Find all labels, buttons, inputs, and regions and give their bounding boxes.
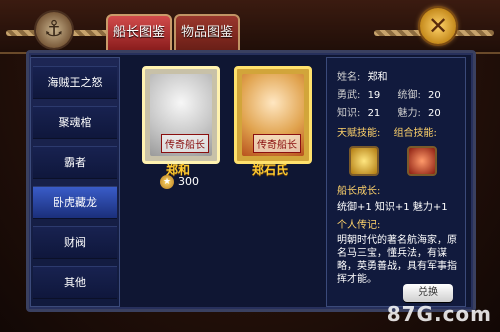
combo-skill-icon[interactable] (407, 146, 437, 176)
exchange-button[interactable]: 兑换 (403, 284, 453, 302)
talent-skill-icon[interactable] (349, 146, 379, 176)
captain-card[interactable]: 传奇船长 (234, 66, 312, 164)
sidebar-item-pirate-king-rage[interactable]: 海贼王之怒 (33, 66, 117, 99)
anchor-icon: ⚓ (36, 12, 72, 48)
watermark: 87G.com (386, 302, 492, 326)
name-label: 姓名: (337, 72, 361, 83)
legend-stamp: 传奇船长 (161, 134, 209, 153)
talent-label: 天赋技能: (337, 128, 381, 139)
sidebar: 海贼王之怒 聚魂棺 霸者 卧虎藏龙 财阀 其他 (30, 57, 120, 307)
sidebar-item-others[interactable]: 其他 (33, 266, 117, 299)
top-bar: ⚓ 船长图鉴 物品图鉴 ✕ (0, 0, 500, 54)
stats-row-2: 知识: 21 魅力: 20 (337, 104, 441, 119)
captain-card[interactable]: 传奇船长 (142, 66, 220, 164)
sidebar-item-tycoon[interactable]: 财阀 (33, 226, 117, 259)
combo-label: 组合技能: (393, 128, 437, 139)
captain-grid: 传奇船长 郑和 ★ 300 传奇船长 郑石氏 (126, 57, 316, 305)
bio-text: 明朝时代的著名航海家，原名马三宝，懂兵法，有谋略，英勇善战，具有军事指挥才能。 (337, 234, 457, 286)
bio-label: 个人传记: (337, 220, 381, 231)
name-row: 姓名: 郑和 (337, 68, 388, 83)
charm-value: 20 (428, 108, 441, 119)
command-value: 20 (428, 90, 441, 101)
brave-label: 勇武: (337, 90, 361, 101)
knowledge-label: 知识: (337, 108, 361, 119)
brave-value: 19 (367, 90, 381, 101)
sidebar-item-overlord[interactable]: 霸者 (33, 146, 117, 179)
command-label: 统御: (397, 90, 421, 101)
captain-name: 郑石氏 (251, 163, 288, 177)
growth-label: 船长成长: (337, 186, 381, 197)
detail-panel: 姓名: 郑和 勇武: 19 统御: 20 知识: 21 魅力: 20 天赋技能:… (326, 57, 466, 307)
knowledge-value: 21 (367, 108, 381, 119)
stats-row-1: 勇武: 19 统御: 20 (337, 86, 441, 101)
medal-icon: ★ (160, 175, 174, 189)
charm-label: 魅力: (397, 108, 421, 119)
tab-captain-collection[interactable]: 船长图鉴 (106, 14, 172, 52)
legend-stamp: 传奇船长 (253, 134, 301, 153)
close-icon[interactable]: ✕ (420, 8, 456, 44)
sidebar-item-crouching-tiger[interactable]: 卧虎藏龙 (33, 186, 117, 219)
sidebar-item-soul-coffin[interactable]: 聚魂棺 (33, 106, 117, 139)
bio-paragraph: 明朝时代的著名航海家，原名马三宝，懂兵法，有谋略，英勇善战，具有军事指挥才能。 (337, 235, 457, 285)
tab-item-collection[interactable]: 物品图鉴 (174, 14, 240, 52)
name-value: 郑和 (367, 72, 388, 83)
growth-value: 统御+1 知识+1 魅力+1 (337, 202, 448, 213)
medal-value: 300 (178, 175, 199, 188)
skills-header: 天赋技能: 组合技能: (337, 124, 437, 139)
